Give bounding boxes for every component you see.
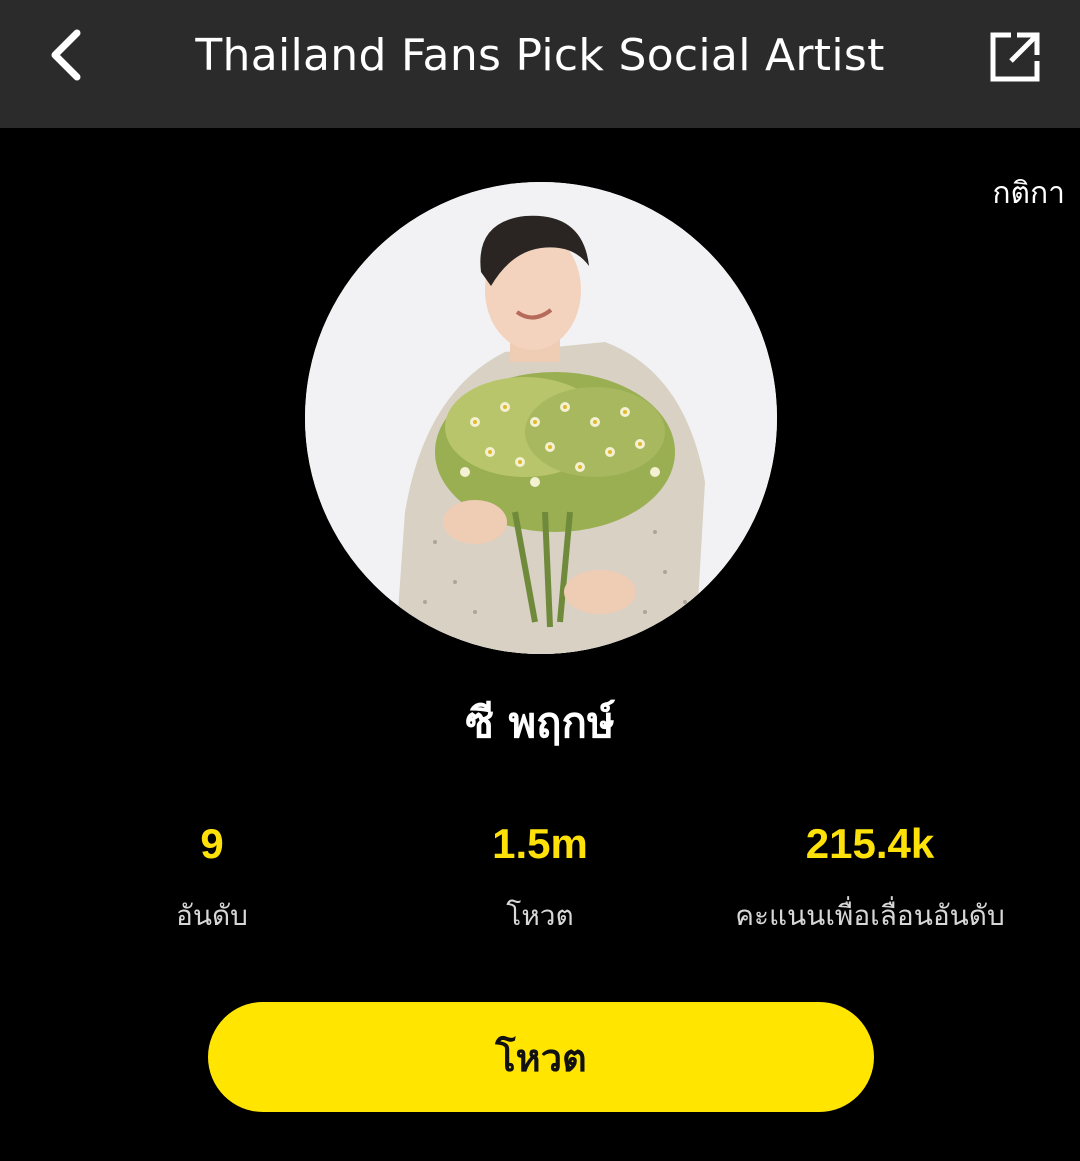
votes-value: 1.5m (492, 820, 588, 867)
artist-avatar (305, 182, 777, 654)
rules-link[interactable]: กติกา (950, 172, 1065, 216)
votes-label: โหวต (506, 899, 574, 932)
rank-label: อันดับ (176, 899, 248, 932)
chevron-left-icon (51, 29, 81, 81)
vote-button-label: โหวต (495, 1035, 587, 1080)
back-button[interactable] (30, 20, 100, 90)
points-to-rank-up-label: คะแนนเพื่อเลื่อนอันดับ (735, 899, 1005, 932)
artist-name: ซี พฤกษ์ (465, 698, 615, 747)
rank-value: 9 (200, 820, 224, 867)
external-link-icon (990, 32, 1040, 82)
page-title: Thailand Fans Pick Social Artist (195, 30, 885, 81)
top-app-bar: Thailand Fans Pick Social Artist (0, 0, 1080, 128)
points-to-rank-up-value: 215.4k (805, 820, 935, 867)
vote-button[interactable]: โหวต (208, 1002, 874, 1112)
share-button[interactable] (980, 22, 1050, 92)
